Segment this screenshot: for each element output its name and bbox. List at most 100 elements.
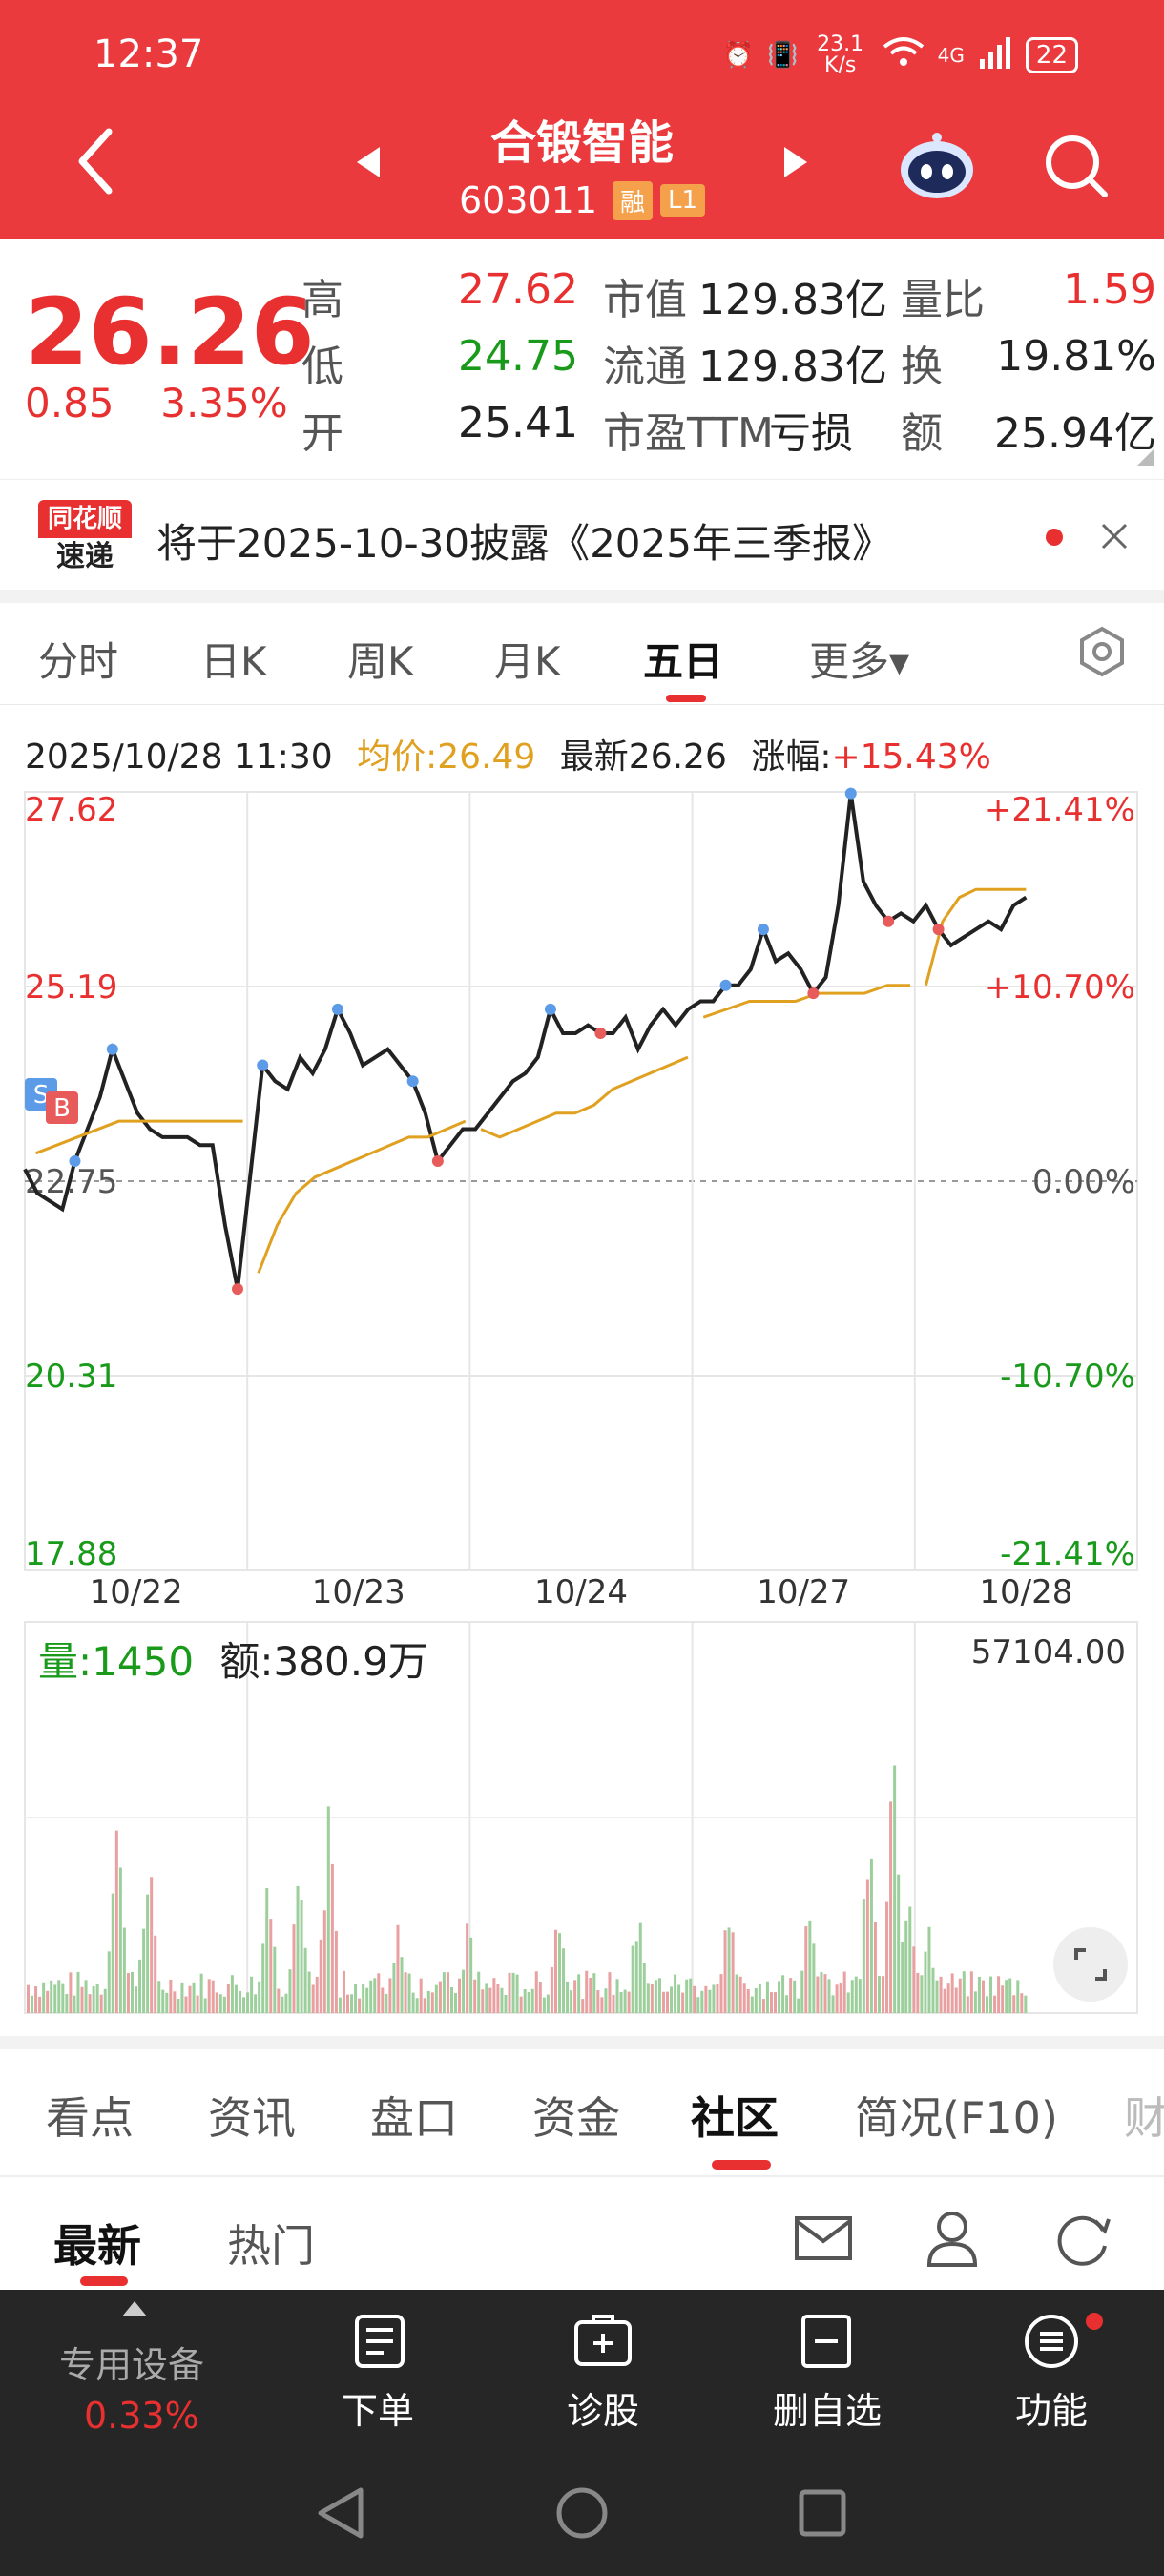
volume-bar	[311, 1984, 315, 2013]
close-icon[interactable]	[1099, 521, 1130, 555]
search-icon[interactable]	[1042, 132, 1111, 204]
signal-icon	[978, 36, 1012, 75]
tab-five-day[interactable]: 五日	[643, 630, 723, 688]
tab-highlights[interactable]: 看点	[46, 2084, 134, 2147]
status-time: 12:37	[94, 32, 204, 76]
remove-watchlist-button[interactable]: 删自选	[773, 2381, 882, 2434]
volume-bar	[258, 1981, 261, 2013]
volume-bar	[981, 1980, 985, 2013]
order-icon[interactable]	[353, 2313, 406, 2374]
volume-bar	[122, 1927, 126, 2013]
stock-code-row: 603011 融 L1	[0, 179, 1164, 221]
volume-bar	[315, 1976, 319, 2013]
robot-assistant-icon[interactable]	[897, 130, 977, 206]
turnover-label: 换	[901, 343, 943, 391]
refresh-icon[interactable]	[1053, 2210, 1112, 2271]
device-pct: 0.33%	[84, 2395, 199, 2437]
stock-name: 合锻智能	[489, 116, 674, 170]
nav-home-icon[interactable]	[555, 2486, 609, 2544]
nav-recent-icon[interactable]	[798, 2488, 847, 2542]
device-label[interactable]: 专用设备	[59, 2336, 204, 2388]
expand-up-icon[interactable]	[122, 2301, 147, 2320]
volume-bar	[793, 1980, 797, 2013]
volume-bar	[570, 1990, 573, 2013]
turnover-value: 19.81%	[996, 332, 1156, 381]
subtab-latest[interactable]: 最新	[53, 2212, 141, 2275]
five-day-price-chart[interactable]: 27.62 +21.41%25.19 +10.70%22.75 0.00%20.31-…	[0, 763, 1164, 1612]
volume-bar	[458, 1978, 462, 2013]
volume-bar	[207, 1979, 211, 2013]
tab-more[interactable]: 更多▾	[809, 630, 909, 688]
order-button[interactable]: 下单	[342, 2381, 414, 2434]
section-divider-2	[0, 2036, 1164, 2049]
notice-text[interactable]: 将于2025-10-30披露《2025年三季报》	[156, 511, 892, 570]
volume-bar	[454, 1992, 458, 2013]
tab-orderbook[interactable]: 盘口	[370, 2084, 458, 2147]
volume-bar	[218, 1994, 222, 2013]
volume-bar	[157, 1981, 161, 2013]
tab-finance[interactable]: 财	[1124, 2084, 1164, 2147]
tab-profile-f10[interactable]: 简况(F10)	[855, 2084, 1058, 2147]
function-button[interactable]: 功能	[1015, 2381, 1088, 2434]
volume-bar	[893, 1765, 897, 2013]
volume-bar	[908, 1906, 912, 2013]
volume-bar	[173, 1991, 177, 2013]
y-left-tick: 20.31	[25, 1358, 117, 1396]
pe-label: 市盈TTM	[603, 409, 774, 458]
subtab-hot[interactable]: 热门	[227, 2212, 315, 2275]
volume-bar	[1005, 1980, 1008, 2013]
tab-funds[interactable]: 资金	[532, 2084, 620, 2147]
trade-marker	[719, 979, 732, 991]
price-line	[23, 793, 1028, 1290]
nav-back-icon[interactable]	[315, 2486, 366, 2544]
volume-bar	[473, 1979, 477, 2013]
remove-watchlist-icon[interactable]	[800, 2313, 853, 2374]
mail-icon[interactable]	[794, 2215, 853, 2265]
expand-corner-icon[interactable]	[1137, 448, 1154, 469]
volume-bar	[373, 1978, 377, 2013]
tabs-divider	[0, 704, 1164, 705]
volume-bar	[400, 1957, 404, 2013]
volume-bar	[426, 1990, 430, 2013]
tab-monthly-k[interactable]: 月K	[494, 630, 561, 688]
diagnose-icon[interactable]	[572, 2313, 634, 2374]
volume-bar	[778, 1981, 781, 2013]
volume-bar	[184, 1996, 188, 2013]
user-icon[interactable]	[925, 2210, 979, 2271]
volume-bar	[738, 1976, 742, 2013]
volume-bar	[530, 1988, 534, 2013]
trade-marker	[844, 787, 857, 800]
diagnose-button[interactable]: 诊股	[567, 2381, 639, 2434]
tab-news[interactable]: 资讯	[208, 2084, 296, 2147]
volume-bar	[750, 1996, 754, 2013]
wifi-icon	[883, 35, 925, 76]
amount-value: 25.94亿	[994, 409, 1156, 458]
volume-bar	[950, 1973, 954, 2013]
tab-weekly-k[interactable]: 周K	[347, 630, 414, 688]
tab-intraday[interactable]: 分时	[38, 630, 118, 688]
open-label: 开	[301, 409, 343, 458]
high-label: 高	[301, 276, 343, 324]
next-stock-icon[interactable]	[782, 145, 809, 183]
trade-marker	[431, 1155, 444, 1168]
volume-bar	[330, 1863, 334, 2013]
volume-bar	[808, 1920, 812, 2013]
volume-bar	[265, 1887, 269, 2013]
volume-bar	[1001, 1985, 1005, 2013]
tab-community[interactable]: 社区	[691, 2084, 779, 2147]
price-change-abs: 0.85	[25, 380, 114, 426]
volume-bar	[69, 1972, 73, 2013]
volume-bar	[34, 1986, 38, 2013]
volume-bar	[284, 1993, 288, 2013]
function-icon[interactable]	[1023, 2313, 1080, 2374]
margin-tag: 融	[613, 180, 654, 220]
volume-bar	[469, 1937, 473, 2013]
volume-bar	[712, 1984, 716, 2013]
fullscreen-icon[interactable]	[1053, 1927, 1128, 2002]
volume-bar	[546, 1994, 550, 2013]
volume-bar	[986, 1996, 989, 2013]
tab-daily-k[interactable]: 日K	[200, 630, 267, 688]
settings-icon[interactable]	[1076, 626, 1128, 681]
volume-bar	[816, 1976, 820, 2013]
volume-bar	[842, 1971, 846, 2013]
